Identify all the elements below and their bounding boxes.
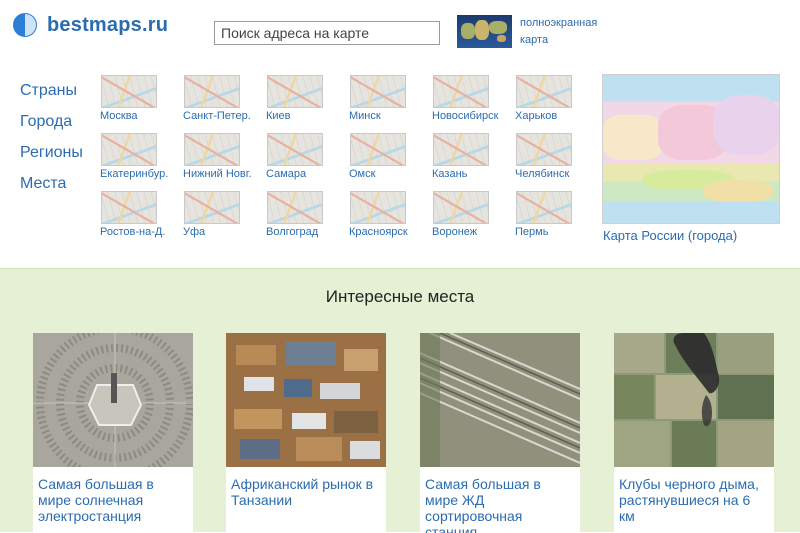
fullscreen-map-link[interactable]: полноэкранная карта [520,15,620,49]
logo[interactable]: bestmaps.ru [13,13,168,37]
city-label[interactable]: Минск [349,110,429,122]
map-region [603,115,663,160]
header: bestmaps.ru полноэкранная карта [0,0,800,62]
city-item[interactable]: Омск [349,133,432,180]
city-map-thumbnail[interactable] [433,191,489,224]
card-caption[interactable]: Африканский рынок в Танзании [226,472,386,512]
market-photo[interactable] [226,333,386,467]
city-map-thumbnail[interactable] [350,191,406,224]
city-map-thumbnail[interactable] [267,75,323,108]
city-item[interactable]: Самара [266,133,349,180]
nav-item-countries[interactable]: Страны [20,80,83,111]
city-label[interactable]: Киев [266,110,346,122]
city-label[interactable]: Санкт-Петер. [183,110,263,122]
city-map-thumbnail[interactable] [184,191,240,224]
city-item[interactable]: Минск [349,75,432,122]
city-label[interactable]: Казань [432,168,512,180]
city-map-thumbnail[interactable] [101,133,157,166]
card-caption[interactable]: Самая большая в мире ЖД сортировочная ст… [420,472,580,533]
city-map-thumbnail[interactable] [184,133,240,166]
world-map-thumbnail[interactable] [457,15,512,48]
city-map-thumbnail[interactable] [433,75,489,108]
logo-text: bestmaps.ru [47,13,169,36]
city-label[interactable]: Москва [100,110,180,122]
section-title: Интересные места [325,287,475,306]
city-map-thumbnail[interactable] [267,191,323,224]
city-item[interactable]: Киев [266,75,349,122]
place-card[interactable]: Самая большая в мире ЖД сортировочная ст… [420,333,580,533]
city-map-thumbnail[interactable] [101,191,157,224]
city-item[interactable]: Нижний Новг. [183,133,266,180]
railway-yard-photo[interactable] [420,333,580,467]
city-map-thumbnail[interactable] [433,133,489,166]
city-item[interactable]: Санкт-Петер. [183,75,266,122]
city-label[interactable]: Нижний Новг. [183,168,263,180]
nav-item-places[interactable]: Места [20,173,83,204]
city-map-thumbnail[interactable] [516,133,572,166]
map-region [713,95,779,155]
city-item[interactable]: Ростов-на-Д. [100,191,183,238]
city-label[interactable]: Ростов-на-Д. [100,226,180,238]
city-label[interactable]: Самара [266,168,346,180]
city-item[interactable]: Воронеж [432,191,515,238]
city-item[interactable]: Казань [432,133,515,180]
city-label[interactable]: Воронеж [432,226,512,238]
city-map-thumbnail[interactable] [101,75,157,108]
city-label[interactable]: Волгоград [266,226,346,238]
city-item[interactable]: Екатеринбур. [100,133,183,180]
city-item[interactable]: Новосибирск [432,75,515,122]
city-item[interactable]: Красноярск [349,191,432,238]
city-label[interactable]: Челябинск [515,168,595,180]
russia-map-thumbnail[interactable] [602,74,780,224]
city-label[interactable]: Екатеринбур. [100,168,180,180]
map-region [703,180,773,202]
city-label[interactable]: Уфа [183,226,263,238]
place-card[interactable]: Африканский рынок в Танзании [226,333,386,533]
russia-map-link[interactable]: Карта России (города) [603,228,737,243]
category-nav: Страны Города Регионы Места [20,80,83,204]
city-label[interactable]: Красноярск [349,226,429,238]
city-label[interactable]: Харьков [515,110,595,122]
city-map-thumbnail[interactable] [184,75,240,108]
city-item[interactable]: Москва [100,75,183,122]
card-caption[interactable]: Клубы черного дыма, растянувшиеся на 6 к… [614,472,774,528]
city-item[interactable]: Волгоград [266,191,349,238]
city-map-thumbnail[interactable] [350,133,406,166]
logo-globe-icon [13,13,37,37]
city-map-thumbnail[interactable] [516,75,572,108]
nav-item-cities[interactable]: Города [20,111,83,142]
place-card[interactable]: Клубы черного дыма, растянувшиеся на 6 к… [614,333,774,533]
city-label[interactable]: Пермь [515,226,595,238]
city-item[interactable]: Уфа [183,191,266,238]
city-map-thumbnail[interactable] [516,191,572,224]
place-card[interactable]: Самая большая в мире солнечная электрост… [33,333,193,533]
city-item[interactable]: Пермь [515,191,598,238]
city-map-thumbnail[interactable] [267,133,323,166]
nav-item-regions[interactable]: Регионы [20,142,83,173]
address-search-input[interactable] [214,21,440,45]
city-label[interactable]: Омск [349,168,429,180]
city-label[interactable]: Новосибирск [432,110,512,122]
card-caption[interactable]: Самая большая в мире солнечная электрост… [33,472,193,528]
smoke-plume-photo[interactable] [614,333,774,467]
city-item[interactable]: Челябинск [515,133,598,180]
city-item[interactable]: Харьков [515,75,598,122]
solar-plant-photo[interactable] [33,333,193,482]
city-map-thumbnail[interactable] [350,75,406,108]
